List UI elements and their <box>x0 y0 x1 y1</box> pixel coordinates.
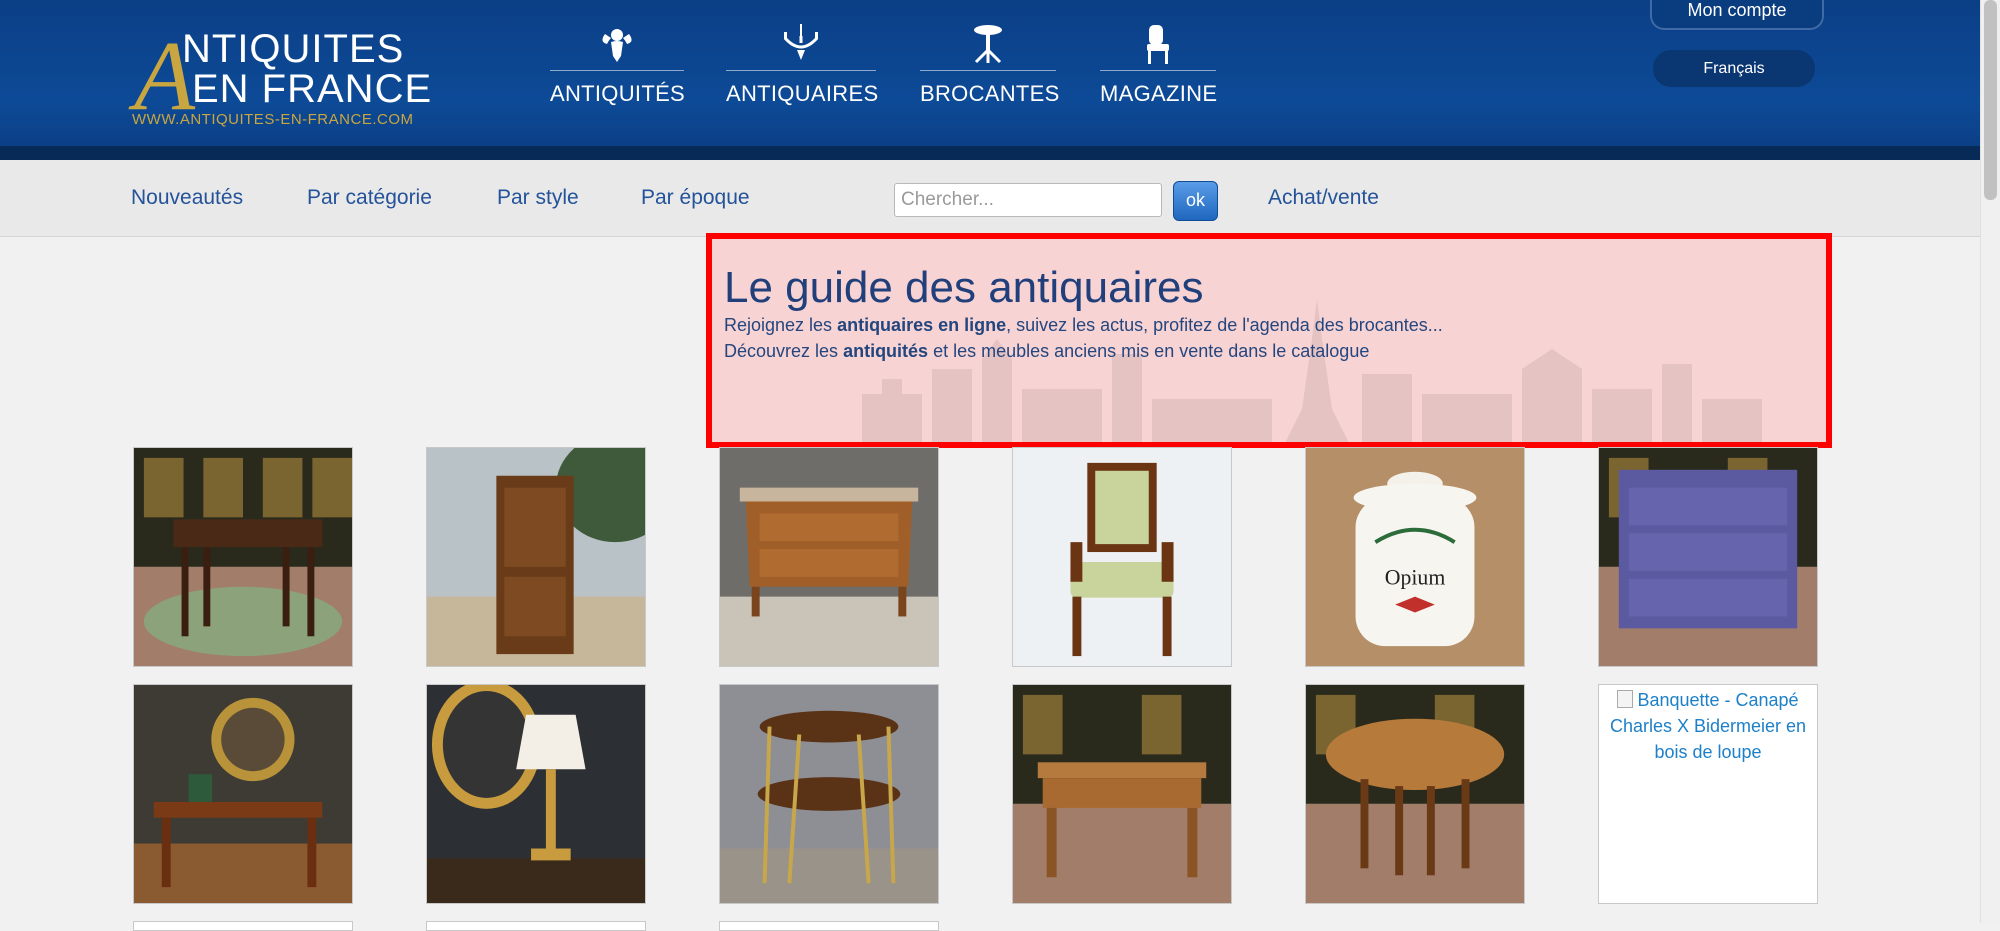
pedestal-table-icon <box>974 25 1002 64</box>
site-header: A NTIQUITES EN FRANCE WWW.ANTIQUITES-EN-… <box>0 0 1980 146</box>
subnav-par-categorie[interactable]: Par catégorie <box>307 186 432 210</box>
sub-navigation: Nouveautés Par catégorie Par style Par é… <box>0 160 1980 237</box>
logo-url: WWW.ANTIQUITES-EN-FRANCE.COM <box>132 111 414 128</box>
logo-line-1: NTIQUITES <box>182 27 405 71</box>
product-thumbnail-5[interactable]: Opium <box>1305 447 1525 667</box>
broken-image-alt-text: Banquette - Canapé Charles X Bidermeier … <box>1609 690 1807 762</box>
commode-image <box>720 448 938 666</box>
subnav-achat-vente[interactable]: Achat/vente <box>1268 186 1379 210</box>
site-logo[interactable]: A NTIQUITES EN FRANCE WWW.ANTIQUITES-EN-… <box>130 22 440 132</box>
guide-title: Le guide des antiquaires <box>724 263 1204 312</box>
guide-banner: Le guide des antiquaires Rejoignez les a… <box>706 233 1832 448</box>
product-thumbnail-2[interactable] <box>426 447 646 667</box>
guide-line-1: Rejoignez les antiquaires en ligne, suiv… <box>724 315 1443 335</box>
armoire-image <box>427 448 645 666</box>
nav-brocantes-label: BROCANTES <box>920 81 1060 106</box>
product-thumbnail-12[interactable]: Banquette - Canapé Charles X Bidermeier … <box>1598 684 1818 904</box>
broken-image-icon <box>1617 690 1634 708</box>
table-lamp-image <box>427 685 645 903</box>
product-thumbnail-6[interactable] <box>1598 447 1818 667</box>
side-table-image <box>134 448 352 666</box>
product-thumbnail-3[interactable] <box>719 447 939 667</box>
nav-antiquaires[interactable]: ANTIQUAIRES <box>726 22 879 107</box>
product-thumbnail-11[interactable] <box>1305 684 1525 904</box>
page-scrollbar[interactable] <box>1980 0 2000 923</box>
language-selector[interactable]: Français <box>1653 50 1815 87</box>
search-input[interactable] <box>894 183 1162 217</box>
guide-line-2: Découvrez les antiquités et les meubles … <box>724 341 1370 361</box>
subnav-par-style[interactable]: Par style <box>497 186 579 210</box>
account-button[interactable]: Mon compte <box>1650 0 1824 30</box>
antiquites-link[interactable]: antiquités <box>843 341 928 361</box>
logo-line-2: EN FRANCE <box>192 67 433 111</box>
pine-table-image <box>1013 685 1231 903</box>
purple-chest-image <box>1599 448 1817 666</box>
product-thumbnail-4[interactable] <box>1012 447 1232 667</box>
armchair-image <box>1013 448 1231 666</box>
product-thumbnail-8[interactable] <box>426 684 646 904</box>
chair-icon <box>1147 25 1169 64</box>
desk-image <box>134 685 352 903</box>
header-bottom-band <box>0 146 1980 160</box>
nav-antiquites[interactable]: ANTIQUITÉS <box>550 22 686 107</box>
svg-text:Opium: Opium <box>1385 566 1446 590</box>
side-table-marquetry-image <box>720 685 938 903</box>
round-table-image <box>1306 685 1524 903</box>
chandelier-icon <box>783 24 819 60</box>
product-thumbnail-10[interactable] <box>1012 684 1232 904</box>
subnav-par-epoque[interactable]: Par époque <box>641 186 750 210</box>
nav-brocantes[interactable]: BROCANTES <box>920 22 1059 107</box>
product-thumbnail-9[interactable] <box>719 684 939 904</box>
subnav-nouveautes[interactable]: Nouveautés <box>131 186 243 210</box>
nav-antiquites-label: ANTIQUITÉS <box>550 81 686 106</box>
product-thumbnail-1[interactable] <box>133 447 353 667</box>
opium-jar-image: Opium <box>1306 448 1524 666</box>
nav-antiquaires-label: ANTIQUAIRES <box>726 81 879 106</box>
cherub-icon <box>602 29 632 62</box>
search-ok-button[interactable]: ok <box>1173 181 1218 221</box>
scrollbar-thumb[interactable] <box>1984 0 1997 200</box>
product-thumbnail-7[interactable] <box>133 684 353 904</box>
antiquaires-en-ligne-link[interactable]: antiquaires en ligne <box>837 315 1006 335</box>
nav-magazine-label: MAGAZINE <box>1100 81 1218 106</box>
nav-magazine[interactable]: MAGAZINE <box>1100 22 1218 107</box>
